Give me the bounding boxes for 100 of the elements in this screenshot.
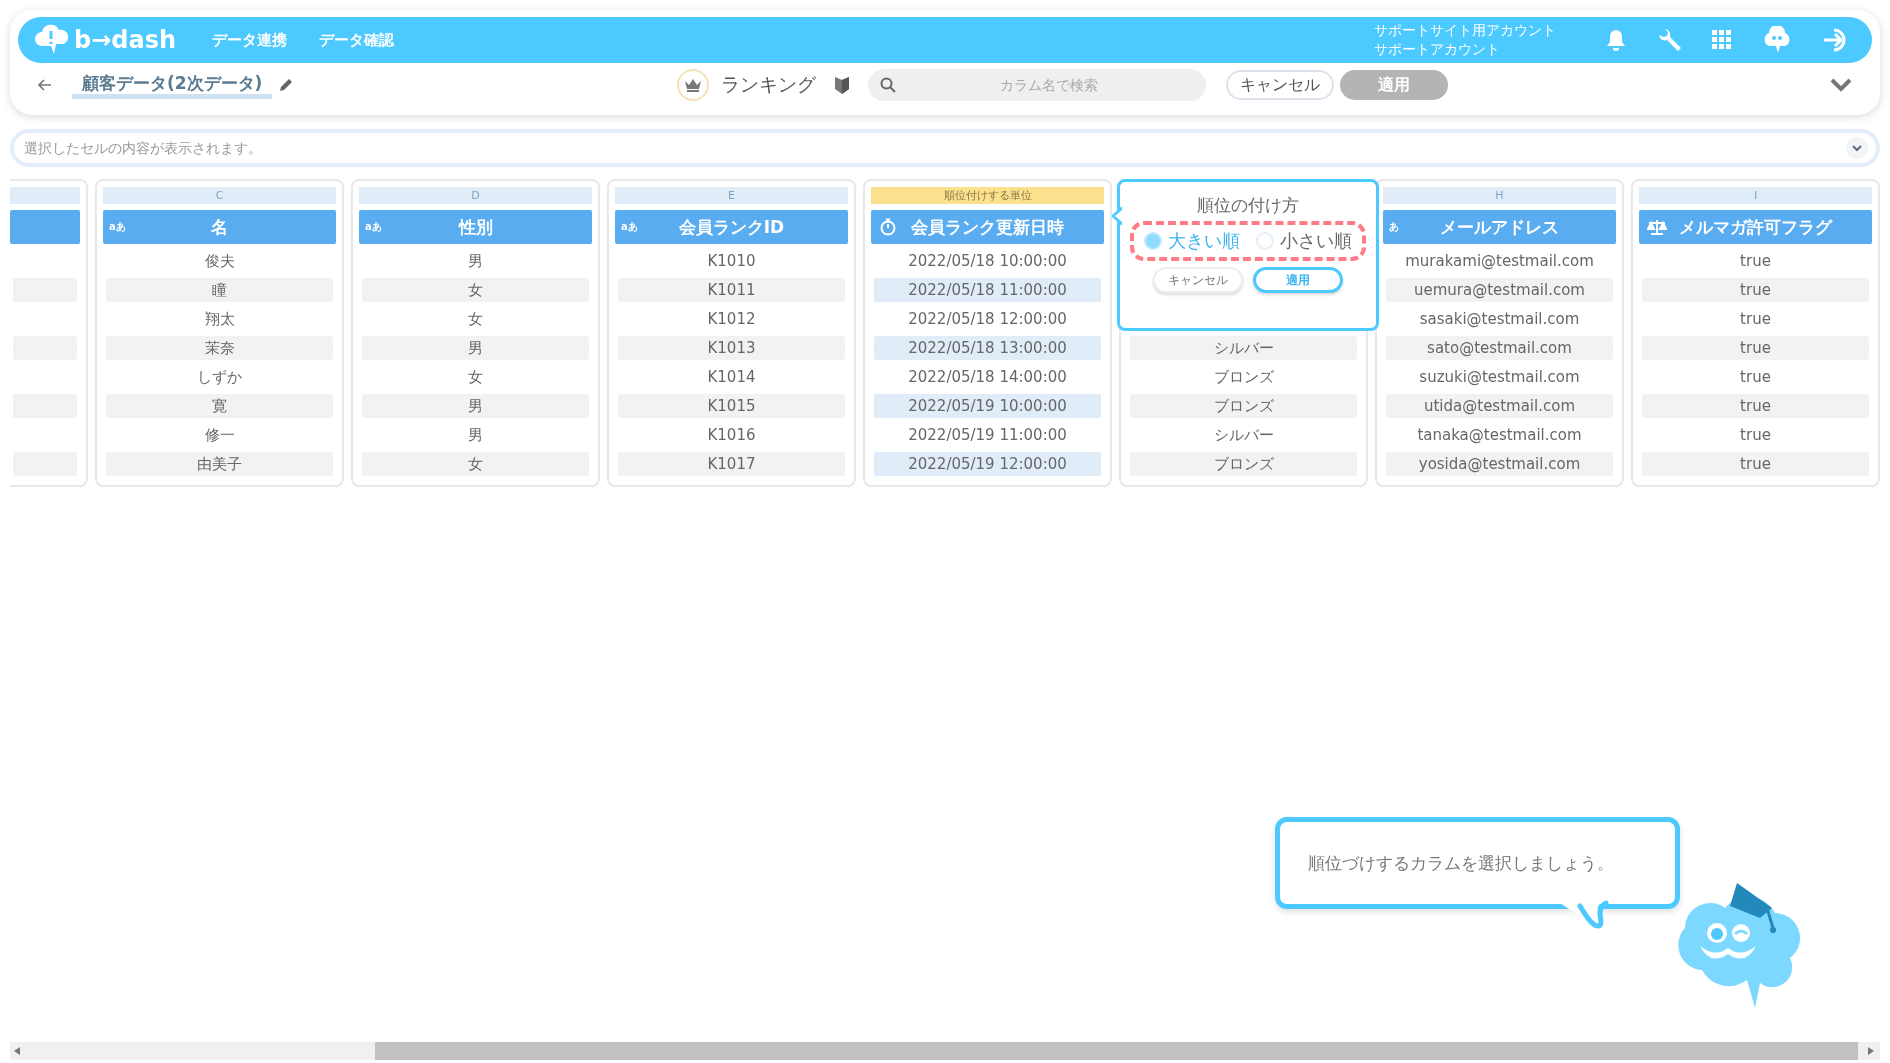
column-header[interactable]: 会員ランク更新日時 xyxy=(871,210,1104,244)
table-cell: K1015 xyxy=(618,394,845,418)
mascot-icon[interactable] xyxy=(1762,26,1792,54)
column-header[interactable]: aあ 名 xyxy=(103,210,336,244)
bell-icon[interactable] xyxy=(1606,29,1626,51)
crown-icon xyxy=(676,69,709,101)
table-cell: K1011 xyxy=(618,278,845,302)
table-cell: 女 xyxy=(362,452,589,476)
table-cell-text: 2022/05/18 12:00:00 xyxy=(907,309,1068,330)
column-header[interactable]: aあ 会員ランクID xyxy=(615,210,848,244)
type-label: あ xyxy=(1389,220,1399,234)
scale-icon xyxy=(1647,218,1667,236)
nav-link[interactable]: データ確認 xyxy=(319,30,395,50)
table-cell: 由美子 xyxy=(106,452,333,476)
horizontal-scrollbar[interactable] xyxy=(10,1042,1880,1060)
table-cell-text: 女 xyxy=(467,309,484,330)
table-cell: 2022/05/18 13:00:00 xyxy=(874,336,1101,360)
table-cell: 2022/05/18 11:00:00 xyxy=(874,278,1101,302)
cloud-logo-icon xyxy=(34,24,70,56)
table-cell: 男 xyxy=(362,336,589,360)
account-name: サポートサイト用アカウント xyxy=(1374,21,1556,40)
table-cell: ブロンズ xyxy=(1130,452,1357,476)
logo-text: b→dash xyxy=(74,26,177,54)
grid-icon[interactable] xyxy=(1712,30,1732,50)
table-cell-text: 2022/05/19 11:00:00 xyxy=(907,425,1068,446)
column-header[interactable]: aあ 性別 xyxy=(359,210,592,244)
sort-option[interactable]: 大きい順 xyxy=(1144,229,1240,253)
table-cell: 2022/05/19 12:00:00 xyxy=(874,452,1101,476)
table-cell: true xyxy=(1642,452,1869,476)
chevron-down-icon[interactable] xyxy=(1846,137,1868,159)
stopwatch-icon xyxy=(879,218,897,236)
search-field[interactable]: カラム名で検索 xyxy=(867,69,1206,101)
table-cell-text: true xyxy=(1739,367,1772,388)
table-cell-text: 男 xyxy=(467,251,484,272)
table-cell: ブロンズ xyxy=(1130,394,1357,418)
type-label: aあ xyxy=(365,220,382,234)
wrench-icon[interactable] xyxy=(1656,27,1682,53)
table-cell: 瞳 xyxy=(106,278,333,302)
column-letter: I xyxy=(1639,187,1872,204)
column-letter: E xyxy=(615,187,848,204)
scroll-left-icon[interactable] xyxy=(14,1047,20,1055)
table-cell: true xyxy=(1642,394,1869,418)
cancel-button[interactable]: キャンセル xyxy=(1153,267,1243,293)
pencil-icon[interactable] xyxy=(278,77,295,93)
mode-label: ランキング xyxy=(720,72,816,97)
type-label: aあ xyxy=(621,220,638,234)
table-cell-text: シルバー xyxy=(1212,425,1275,446)
column-header[interactable]: メルマガ許可フラグ xyxy=(1639,210,1872,244)
table-cell: 女 xyxy=(362,278,589,302)
table-cell: K1013 xyxy=(618,336,845,360)
table-cell-text: 2022/05/18 10:00:00 xyxy=(907,251,1068,272)
table-cell: utida@testmail.com xyxy=(1386,394,1613,418)
type-label: aあ xyxy=(109,220,126,234)
column-header[interactable]: あ メールアドレス xyxy=(1383,210,1616,244)
column-letter: D xyxy=(359,187,592,204)
table-cell-text: 翔太 xyxy=(203,309,236,330)
dataset-title: 顧客データ(2次データ) xyxy=(72,71,273,99)
table-cell: K1017 xyxy=(618,452,845,476)
apply-button[interactable]: 適用 xyxy=(1253,267,1343,293)
table-cell: yosida@testmail.com xyxy=(1386,452,1613,476)
cancel-button[interactable]: キャンセル xyxy=(1225,70,1334,100)
table-cell-text: tanaka@testmail.com xyxy=(1416,425,1583,446)
account-name: サポートアカウント xyxy=(1374,40,1501,59)
table-cell-text: 俊夫 xyxy=(203,251,236,272)
cell-content-field[interactable]: 選択したセルの内容が表示されます。 xyxy=(10,129,1880,167)
tutorial-message: 順位づけするカラムを選択しましょう。 xyxy=(1308,851,1614,875)
table-cell: sato@testmail.com xyxy=(1386,336,1613,360)
table-cell: 茉奈 xyxy=(106,336,333,360)
table-cell: true xyxy=(1642,278,1869,302)
table-cell-text: 2022/05/18 14:00:00 xyxy=(907,367,1068,388)
column-header[interactable] xyxy=(10,210,80,244)
table-cell: 男 xyxy=(362,394,589,418)
table-cell: シルバー xyxy=(1130,336,1357,360)
column-letter: H xyxy=(1383,187,1616,204)
table-cell: uemura@testmail.com xyxy=(1386,278,1613,302)
table-cell-text: K1016 xyxy=(706,425,757,446)
column-letter: C xyxy=(103,187,336,204)
table-cell-text: 修一 xyxy=(203,425,236,446)
table-cell-text: true xyxy=(1739,309,1772,330)
table-cell-text: sasaki@testmail.com xyxy=(1418,309,1581,330)
nav-link[interactable]: データ連携 xyxy=(212,30,288,50)
table-cell-text: suzuki@testmail.com xyxy=(1418,367,1581,388)
table-cell-text: 女 xyxy=(467,367,484,388)
table-cell-text: しずか xyxy=(196,367,243,388)
table-cell: 寛 xyxy=(106,394,333,418)
chevron-down-icon[interactable] xyxy=(1830,78,1852,92)
column-letter-bar xyxy=(10,187,80,204)
table-cell-text: K1012 xyxy=(706,309,757,330)
table-cell-text: 男 xyxy=(467,425,484,446)
table-cell-text: ブロンズ xyxy=(1212,367,1275,388)
table-cell-text: murakami@testmail.com xyxy=(1404,251,1595,272)
sort-option[interactable]: 小さい順 xyxy=(1256,229,1352,253)
back-arrow-icon[interactable] xyxy=(38,79,52,91)
table-cell-text: true xyxy=(1739,251,1772,272)
scroll-right-icon[interactable] xyxy=(1868,1047,1874,1055)
shield-icon xyxy=(833,75,850,95)
table-cell-text: K1014 xyxy=(706,367,757,388)
ranking-unit-badge: 順位付けする単位 xyxy=(871,187,1104,204)
search-icon xyxy=(879,77,896,93)
popup-title: 順位の付け方 xyxy=(1197,194,1299,217)
